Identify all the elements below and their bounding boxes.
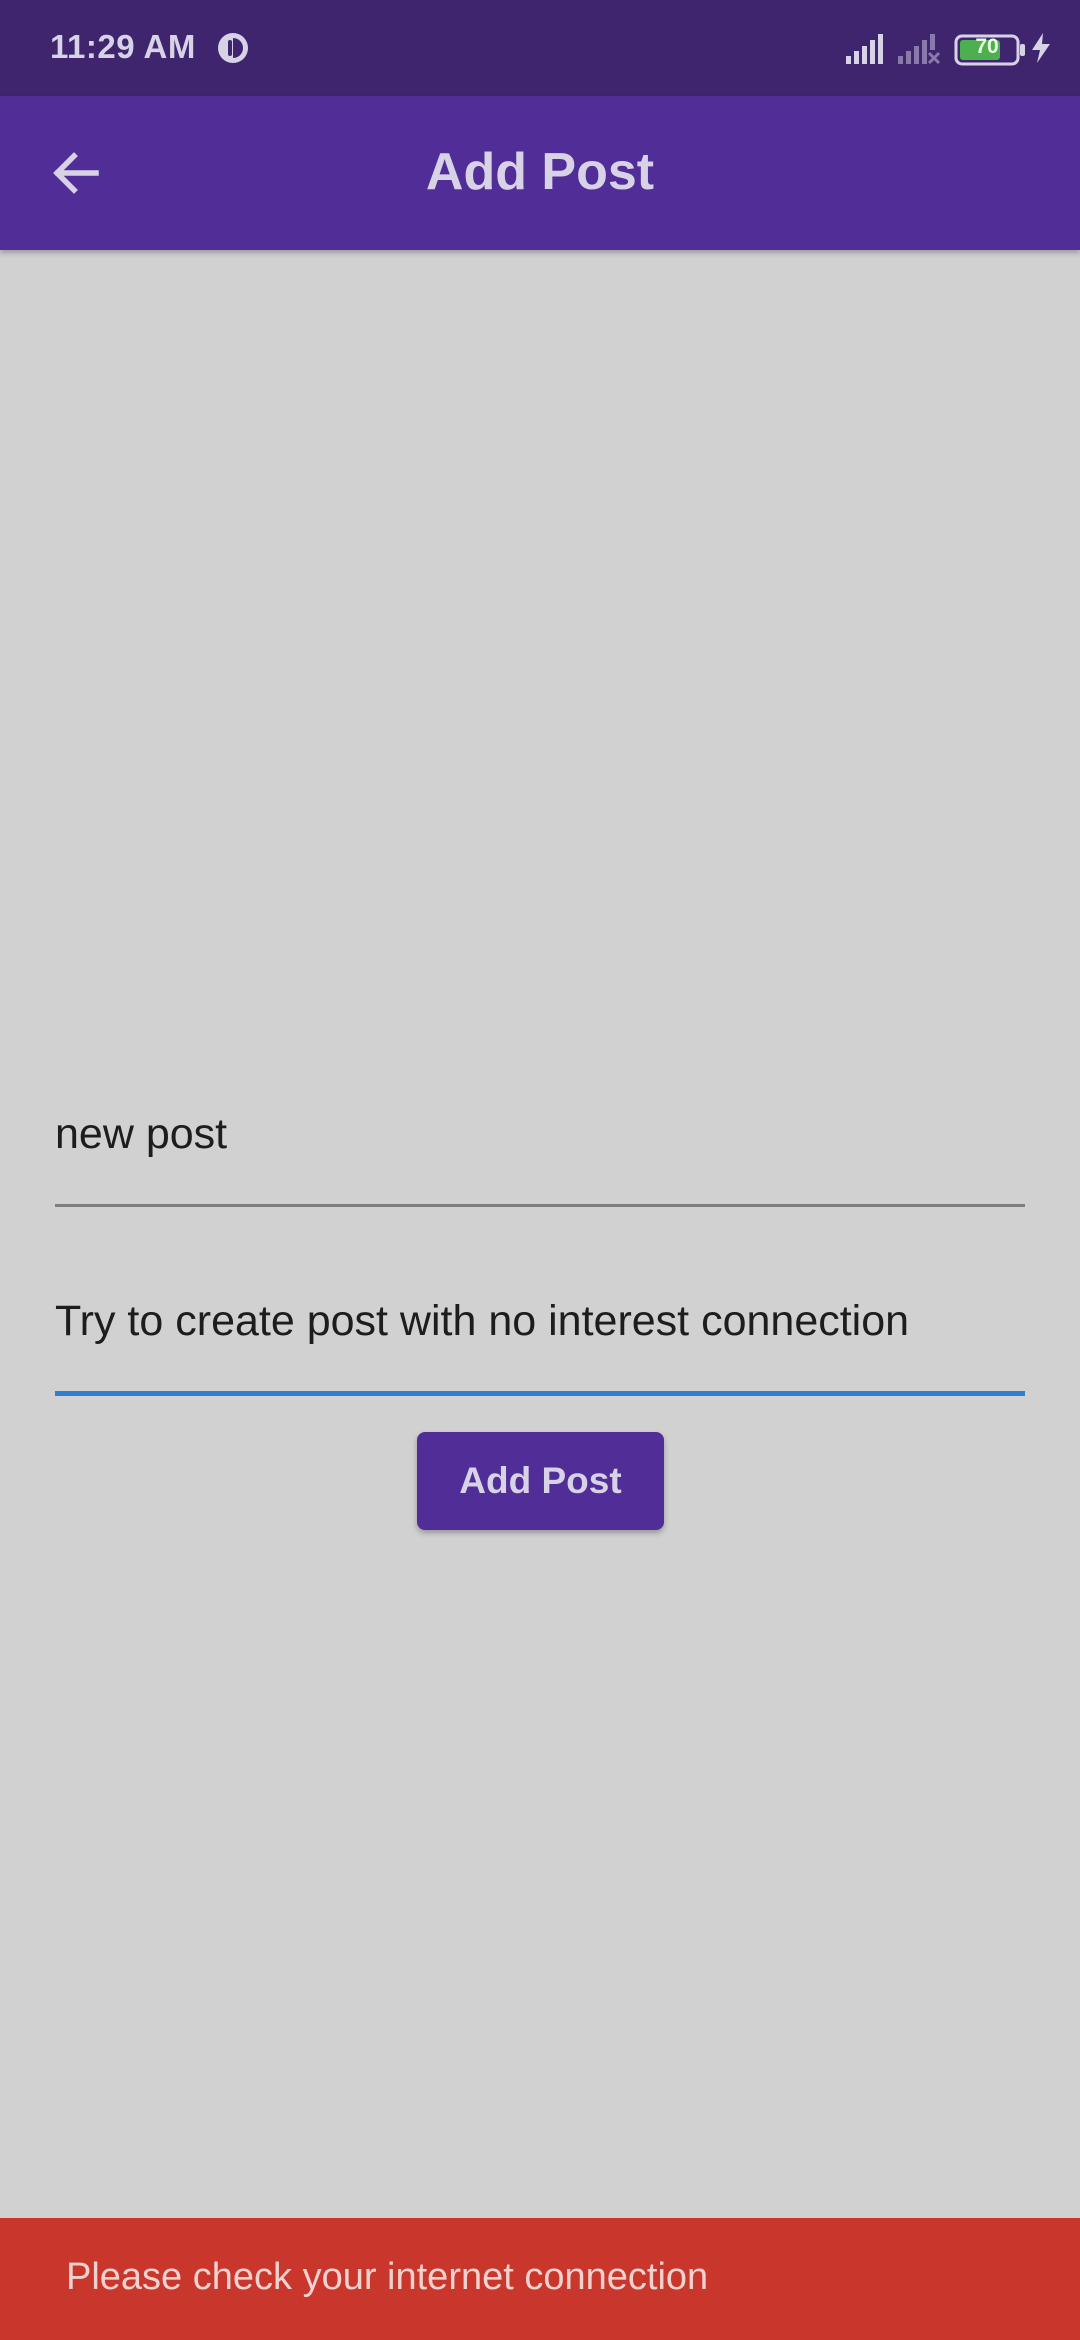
- status-bar: 11:29 AM 70: [0, 0, 1080, 96]
- page-title: Add Post: [425, 143, 655, 201]
- lightning-bolt-icon: [1032, 33, 1050, 63]
- error-snackbar: Please check your internet connection: [0, 2218, 1080, 2340]
- status-time: 11:29 AM: [50, 28, 196, 65]
- signal-no-sim-icon: [898, 34, 941, 64]
- signal-full-icon: [846, 34, 883, 64]
- add-post-button[interactable]: Add Post: [417, 1432, 664, 1530]
- circle-app-icon: [218, 33, 248, 63]
- post-body-field[interactable]: Try to create post with no interest conn…: [55, 1287, 1025, 1396]
- post-title-field[interactable]: new post: [55, 1100, 1025, 1207]
- app-bar: Add Post: [0, 96, 1080, 250]
- battery-level: 70: [975, 35, 999, 58]
- snackbar-message: Please check your internet connection: [66, 2256, 709, 2298]
- post-title-value: new post: [55, 1110, 228, 1158]
- add-post-screen: 11:29 AM 70 Add Post new post Try to cre…: [0, 0, 1080, 2340]
- post-body-value: Try to create post with no interest conn…: [55, 1297, 910, 1345]
